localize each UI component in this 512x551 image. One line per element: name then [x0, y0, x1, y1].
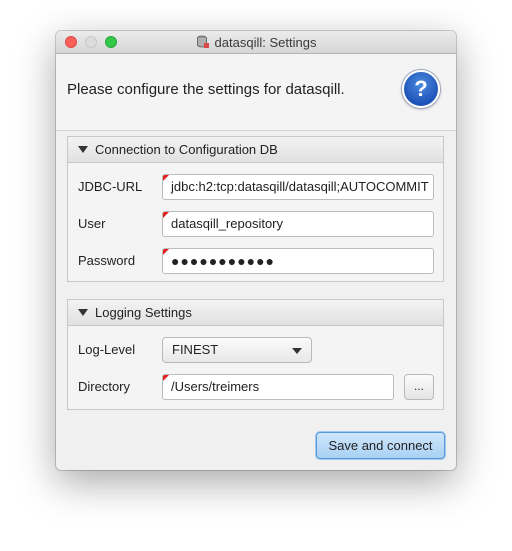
chevron-down-icon: [292, 348, 302, 354]
jdbc-row: JDBC-URL jdbc:h2:tcp:datasqill/datasqill…: [68, 174, 443, 200]
directory-input[interactable]: /Users/treimers: [162, 374, 394, 400]
database-icon: [196, 35, 209, 48]
log-level-label: Log-Level: [78, 342, 136, 357]
logging-section: Logging Settings Log-Level FINEST Direct…: [67, 299, 444, 410]
settings-window: datasqill: Settings Please configure the…: [56, 31, 456, 470]
window-title: datasqill: Settings: [214, 34, 317, 50]
collapse-triangle-icon: [78, 146, 88, 153]
connection-section-header[interactable]: Connection to Configuration DB: [68, 137, 443, 163]
user-row: User datasqill_repository: [68, 211, 443, 237]
title-bar[interactable]: datasqill: Settings: [56, 31, 456, 54]
log-level-row: Log-Level FINEST: [68, 337, 443, 363]
directory-label: Directory: [78, 379, 131, 394]
user-label: User: [78, 216, 106, 231]
dialog-header: Please configure the settings for datasq…: [56, 54, 456, 131]
logging-section-header[interactable]: Logging Settings: [68, 300, 443, 326]
connection-section: Connection to Configuration DB JDBC-URL …: [67, 136, 444, 282]
window-title-group: datasqill: Settings: [56, 31, 456, 53]
password-row: Password ●●●●●●●●●●●: [68, 248, 443, 274]
jdbc-url-input[interactable]: jdbc:h2:tcp:datasqill/datasqill;AUTOCOMM…: [162, 174, 434, 200]
logging-section-title: Logging Settings: [95, 305, 192, 320]
log-level-select[interactable]: FINEST: [162, 337, 312, 363]
log-level-value: FINEST: [172, 342, 219, 357]
directory-row: Directory /Users/treimers ...: [68, 374, 443, 400]
collapse-triangle-icon: [78, 309, 88, 316]
password-label: Password: [78, 253, 136, 268]
jdbc-label: JDBC-URL: [78, 179, 143, 194]
connection-section-title: Connection to Configuration DB: [95, 142, 278, 157]
browse-directory-button[interactable]: ...: [404, 374, 434, 400]
help-icon[interactable]: ?: [402, 70, 440, 108]
header-message: Please configure the settings for datasq…: [67, 81, 345, 98]
password-input[interactable]: ●●●●●●●●●●●: [162, 248, 434, 274]
save-and-connect-button[interactable]: Save and connect: [316, 432, 445, 459]
user-input[interactable]: datasqill_repository: [162, 211, 434, 237]
